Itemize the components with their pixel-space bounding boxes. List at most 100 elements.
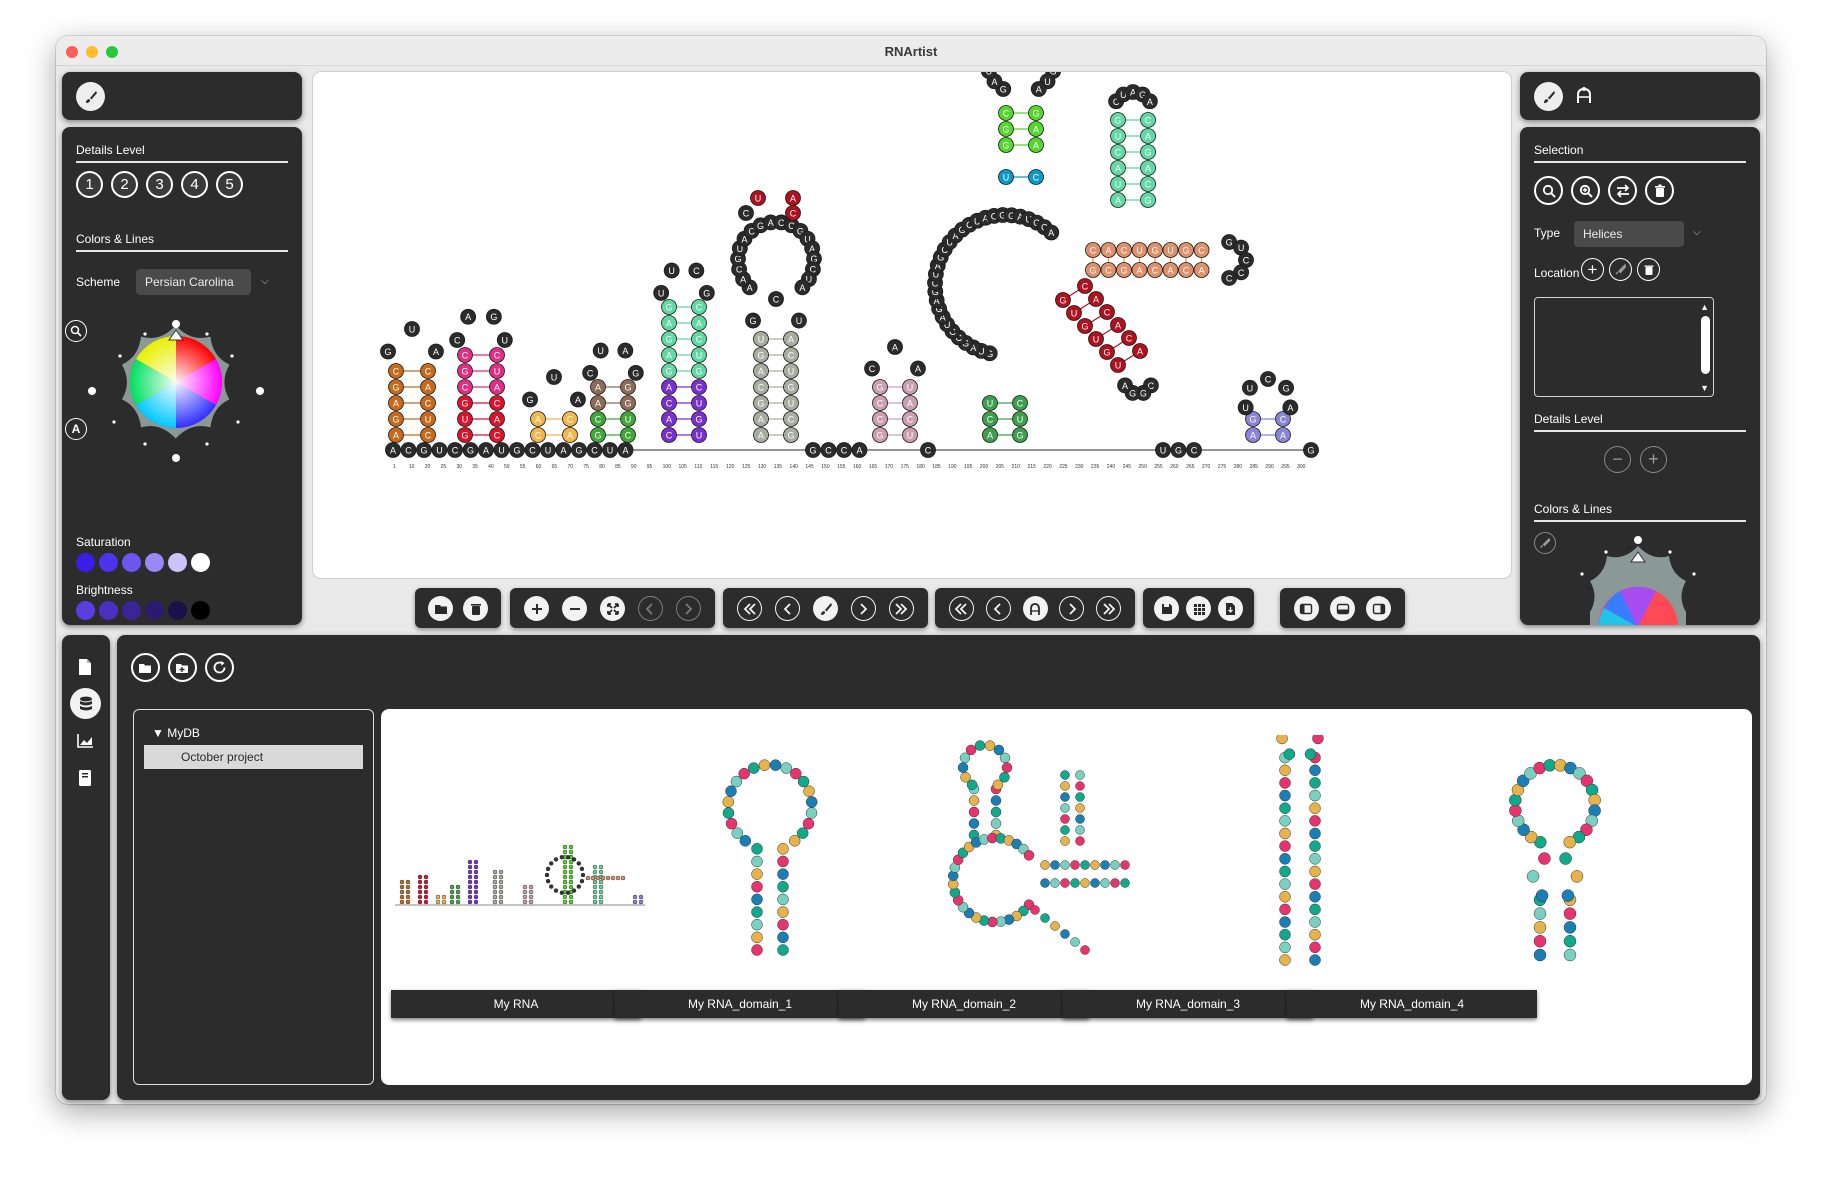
nucleotide[interactable]: A	[783, 331, 799, 347]
nucleotide[interactable]: C	[1260, 371, 1276, 387]
color-wheel-widget[interactable]	[1554, 532, 1724, 625]
document-icon[interactable]	[77, 658, 93, 681]
save-icon[interactable]	[1154, 596, 1180, 621]
nucleotide[interactable]: U	[602, 442, 618, 458]
nucleotide[interactable]: C	[1116, 242, 1132, 258]
nucleotide[interactable]: A	[1162, 262, 1179, 278]
nucleotide[interactable]: G	[462, 442, 479, 458]
nucleotide[interactable]: A	[661, 347, 677, 363]
nucleotide[interactable]: U	[1155, 442, 1171, 458]
thumbnail-domain-3[interactable]	[1240, 735, 1360, 975]
nucleotide[interactable]: A	[1028, 121, 1044, 137]
nucleotide[interactable]: U	[691, 347, 707, 363]
nucleotide[interactable]: C	[1140, 112, 1156, 128]
nucleotide[interactable]: U	[620, 411, 636, 427]
nucleotide[interactable]: C	[691, 299, 707, 315]
nucleotide[interactable]: C	[1221, 270, 1238, 286]
nucleotide[interactable]: C	[620, 427, 636, 443]
details-level-3-button[interactable]: 3	[146, 171, 173, 198]
nucleotide[interactable]: U	[457, 411, 473, 427]
nucleotide[interactable]: G	[388, 379, 404, 395]
nucleotide[interactable]: U	[1088, 331, 1104, 347]
fit-icon[interactable]	[600, 596, 625, 621]
open-folder-icon[interactable]	[131, 653, 160, 682]
nucleotide[interactable]: C	[489, 347, 505, 363]
scrollbar-thumb[interactable]	[1701, 316, 1710, 374]
nucleotide[interactable]: C	[864, 360, 880, 377]
nucleotide[interactable]: A	[1117, 377, 1133, 394]
trash-icon[interactable]	[1637, 258, 1660, 281]
saturation-swatch[interactable]	[145, 553, 164, 572]
nucleotide[interactable]: C	[1121, 330, 1137, 346]
nucleotide[interactable]: C	[1110, 144, 1126, 160]
search-icon[interactable]	[65, 320, 87, 342]
nucleotide[interactable]: C	[691, 331, 707, 347]
nucleotide[interactable]: A	[1088, 291, 1104, 307]
nucleotide[interactable]: U	[982, 395, 998, 411]
nucleotide[interactable]: G	[753, 347, 769, 363]
nucleotide[interactable]: G	[872, 379, 888, 395]
nucleotide[interactable]: A	[1140, 160, 1156, 176]
nucleotide[interactable]: C	[785, 205, 801, 221]
paint-brush-icon[interactable]	[813, 596, 838, 621]
nucleotide[interactable]: A	[753, 411, 769, 427]
brightness-swatch[interactable]	[168, 601, 187, 620]
auto-color-button[interactable]: A	[65, 418, 87, 440]
type-select[interactable]: Helices	[1574, 221, 1684, 247]
nucleotide[interactable]: A	[617, 342, 634, 359]
nucleotide[interactable]: C	[420, 363, 436, 379]
nucleotide[interactable]: C	[768, 291, 784, 307]
nucleotide[interactable]: A	[489, 411, 505, 427]
nucleotide[interactable]: G	[1085, 262, 1101, 278]
structure-icon[interactable]	[1022, 596, 1048, 621]
nucleotide[interactable]: U	[691, 427, 707, 443]
thumbnail-label[interactable]: My RNA_domain_4	[1287, 990, 1537, 1018]
nucleotide[interactable]: G	[620, 395, 636, 411]
brightness-swatch[interactable]	[145, 601, 164, 620]
nucleotide[interactable]: C	[1193, 242, 1210, 258]
nucleotide[interactable]: A	[1110, 160, 1126, 176]
nucleotide[interactable]: A	[570, 391, 586, 408]
paint-brush-icon[interactable]	[76, 82, 105, 111]
nucleotide[interactable]: C	[872, 411, 888, 427]
nucleotide[interactable]: U	[783, 363, 799, 379]
nucleotide[interactable]: C	[1186, 442, 1202, 458]
tree-root-mydb[interactable]: ▼ MyDB	[152, 726, 200, 740]
nucleotide[interactable]: A	[910, 360, 926, 377]
nucleotide[interactable]: C	[982, 411, 998, 427]
nucleotide[interactable]: C	[590, 411, 606, 427]
nucleotide[interactable]: A	[1110, 317, 1126, 333]
nucleotide[interactable]: U	[489, 363, 505, 379]
nucleotide[interactable]: G	[627, 364, 644, 381]
chevron-down-icon[interactable]: ⌵	[1693, 227, 1701, 238]
nucleotide[interactable]: U	[1110, 176, 1126, 192]
nucleotide[interactable]: U	[902, 379, 918, 395]
increase-detail-button[interactable]: +	[1640, 446, 1667, 473]
nucleotide[interactable]: G	[620, 379, 636, 395]
nucleotide[interactable]: A	[460, 308, 477, 325]
nucleotide[interactable]: G	[1012, 427, 1028, 443]
brightness-swatch[interactable]	[122, 601, 141, 620]
nucleotide[interactable]: G	[1110, 112, 1126, 128]
nucleotide[interactable]: G	[1116, 262, 1132, 278]
nucleotide[interactable]: A	[902, 395, 918, 411]
zoom-to-selection-icon[interactable]	[1571, 176, 1600, 205]
nucleotide[interactable]: U	[592, 342, 609, 359]
nucleotide[interactable]: C	[524, 442, 541, 458]
nucleotide[interactable]: G	[1147, 242, 1163, 258]
saturation-swatch[interactable]	[122, 553, 141, 572]
nucleotide[interactable]: A	[489, 379, 505, 395]
last-icon[interactable]	[888, 596, 914, 621]
nucleotide[interactable]: G	[691, 363, 707, 379]
nucleotide[interactable]: G	[509, 442, 525, 458]
nucleotide[interactable]: G	[661, 299, 677, 315]
trash-icon[interactable]	[463, 596, 488, 621]
right-panel-icon[interactable]	[1366, 596, 1392, 621]
zoom-in-icon[interactable]	[524, 596, 550, 621]
nucleotide[interactable]: C	[457, 347, 473, 363]
nucleotide[interactable]: G	[1140, 144, 1156, 160]
structure-canvas[interactable]: ACGUCGAUGCUAGCUAACGUACGACCGUAGCUAGCCAGUC…	[313, 72, 1511, 578]
bottom-panel-icon[interactable]	[1330, 596, 1355, 621]
nucleotide[interactable]: G	[783, 427, 799, 443]
trash-icon[interactable]	[1645, 176, 1674, 205]
